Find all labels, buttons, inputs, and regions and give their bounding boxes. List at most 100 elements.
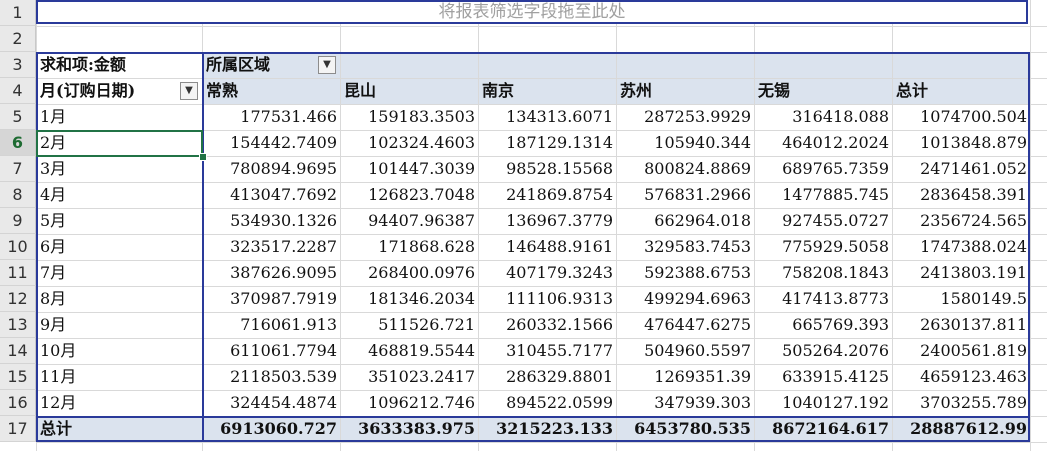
pivot-value-cell[interactable]: 329583.7453 xyxy=(616,234,754,260)
pivot-value-cell[interactable]: 134313.6071 xyxy=(478,104,616,130)
pivot-value-cell[interactable]: 102324.4603 xyxy=(340,130,478,156)
pivot-row-label[interactable]: 12月 xyxy=(36,390,202,416)
pivot-row-label[interactable]: 10月 xyxy=(36,338,202,364)
pivot-value-cell[interactable]: 504960.5597 xyxy=(616,338,754,364)
pivot-value-cell[interactable]: 927455.0727 xyxy=(754,208,892,234)
pivot-value-cell[interactable]: 499294.6963 xyxy=(616,286,754,312)
pivot-value-cell[interactable]: 111106.9313 xyxy=(478,286,616,312)
row-header[interactable]: 13 xyxy=(0,312,36,338)
pivot-column-header[interactable]: 苏州 xyxy=(616,78,754,104)
pivot-value-cell[interactable]: 1074700.504 xyxy=(892,104,1030,130)
pivot-column-header[interactable]: 总计 xyxy=(892,78,1030,104)
row-header[interactable]: 17 xyxy=(0,416,36,442)
row-header[interactable]: 15 xyxy=(0,364,36,390)
pivot-value-cell[interactable]: 780894.9695 xyxy=(202,156,340,182)
pivot-value-cell[interactable]: 287253.9929 xyxy=(616,104,754,130)
row-header[interactable]: 6 xyxy=(0,130,36,156)
row-header[interactable]: 7 xyxy=(0,156,36,182)
pivot-value-cell[interactable]: 1096212.746 xyxy=(340,390,478,416)
pivot-value-cell[interactable]: 1269351.39 xyxy=(616,364,754,390)
pivot-column-header[interactable]: 昆山 xyxy=(340,78,478,104)
pivot-value-cell[interactable]: 2413803.191 xyxy=(892,260,1030,286)
pivot-value-cell[interactable]: 4659123.463 xyxy=(892,364,1030,390)
pivot-row-label[interactable]: 1月 xyxy=(36,104,202,130)
row-header[interactable]: 4 xyxy=(0,78,36,104)
pivot-value-cell[interactable]: 576831.2966 xyxy=(616,182,754,208)
pivot-value-cell[interactable]: 662964.018 xyxy=(616,208,754,234)
pivot-value-cell[interactable]: 171868.628 xyxy=(340,234,478,260)
pivot-value-cell[interactable]: 316418.088 xyxy=(754,104,892,130)
pivot-value-cell[interactable]: 2400561.819 xyxy=(892,338,1030,364)
pivot-value-cell[interactable]: 101447.3039 xyxy=(340,156,478,182)
fill-handle[interactable] xyxy=(199,153,207,161)
row-header[interactable]: 8 xyxy=(0,182,36,208)
pivot-row-label[interactable]: 6月 xyxy=(36,234,202,260)
pivot-value-cell[interactable]: 241869.8754 xyxy=(478,182,616,208)
row-filter-dropdown-icon[interactable]: ▼ xyxy=(180,82,198,100)
pivot-column-header[interactable]: 无锡 xyxy=(754,78,892,104)
pivot-value-cell[interactable]: 1013848.879 xyxy=(892,130,1030,156)
pivot-value-cell[interactable]: 1040127.192 xyxy=(754,390,892,416)
pivot-value-cell[interactable]: 689765.7359 xyxy=(754,156,892,182)
pivot-value-cell[interactable]: 387626.9095 xyxy=(202,260,340,286)
pivot-value-cell[interactable]: 177531.466 xyxy=(202,104,340,130)
pivot-value-cell[interactable]: 476447.6275 xyxy=(616,312,754,338)
pivot-value-cell[interactable]: 505264.2076 xyxy=(754,338,892,364)
pivot-row-label[interactable]: 11月 xyxy=(36,364,202,390)
row-header[interactable]: 10 xyxy=(0,234,36,260)
pivot-value-cell[interactable]: 758208.1843 xyxy=(754,260,892,286)
pivot-row-label[interactable]: 7月 xyxy=(36,260,202,286)
pivot-grand-total-cell[interactable]: 6913060.727 xyxy=(202,416,340,442)
pivot-value-cell[interactable]: 2471461.052 xyxy=(892,156,1030,182)
pivot-value-cell[interactable]: 310455.7177 xyxy=(478,338,616,364)
pivot-value-cell[interactable]: 1747388.024 xyxy=(892,234,1030,260)
pivot-value-cell[interactable]: 324454.4874 xyxy=(202,390,340,416)
row-header[interactable]: 11 xyxy=(0,260,36,286)
report-filter-drop-zone[interactable]: 将报表筛选字段拖至此处 xyxy=(36,0,1028,24)
pivot-value-cell[interactable]: 592388.6753 xyxy=(616,260,754,286)
pivot-value-cell[interactable]: 181346.2034 xyxy=(340,286,478,312)
pivot-value-cell[interactable]: 1477885.745 xyxy=(754,182,892,208)
pivot-grand-total-cell[interactable]: 3633383.975 xyxy=(340,416,478,442)
pivot-value-cell[interactable]: 534930.1326 xyxy=(202,208,340,234)
pivot-value-cell[interactable]: 665769.393 xyxy=(754,312,892,338)
pivot-value-cell[interactable]: 417413.8773 xyxy=(754,286,892,312)
pivot-grand-total-cell[interactable]: 8672164.617 xyxy=(754,416,892,442)
pivot-value-cell[interactable]: 2836458.391 xyxy=(892,182,1030,208)
pivot-value-cell[interactable]: 464012.2024 xyxy=(754,130,892,156)
pivot-grand-total-cell[interactable]: 3215223.133 xyxy=(478,416,616,442)
pivot-value-cell[interactable]: 370987.7919 xyxy=(202,286,340,312)
row-header[interactable]: 5 xyxy=(0,104,36,130)
pivot-value-cell[interactable]: 351023.2417 xyxy=(340,364,478,390)
pivot-value-cell[interactable]: 187129.1314 xyxy=(478,130,616,156)
pivot-row-label[interactable]: 8月 xyxy=(36,286,202,312)
pivot-value-cell[interactable]: 3703255.789 xyxy=(892,390,1030,416)
pivot-value-cell[interactable]: 800824.8869 xyxy=(616,156,754,182)
row-header[interactable]: 16 xyxy=(0,390,36,416)
pivot-value-cell[interactable]: 286329.8801 xyxy=(478,364,616,390)
pivot-row-label[interactable]: 4月 xyxy=(36,182,202,208)
pivot-value-cell[interactable]: 1580149.5 xyxy=(892,286,1030,312)
pivot-value-cell[interactable]: 159183.3503 xyxy=(340,104,478,130)
row-header[interactable]: 9 xyxy=(0,208,36,234)
column-filter-dropdown-icon[interactable]: ▼ xyxy=(318,56,336,74)
pivot-value-cell[interactable]: 468819.5544 xyxy=(340,338,478,364)
pivot-grand-total-cell[interactable]: 28887612.99 xyxy=(892,416,1030,442)
pivot-value-cell[interactable]: 154442.7409 xyxy=(202,130,340,156)
pivot-column-header[interactable]: 常熟 xyxy=(202,78,340,104)
row-header[interactable]: 12 xyxy=(0,286,36,312)
pivot-value-cell[interactable]: 260332.1566 xyxy=(478,312,616,338)
pivot-value-cell[interactable]: 2630137.811 xyxy=(892,312,1030,338)
pivot-value-cell[interactable]: 105940.344 xyxy=(616,130,754,156)
pivot-value-cell[interactable]: 136967.3779 xyxy=(478,208,616,234)
pivot-value-cell[interactable]: 407179.3243 xyxy=(478,260,616,286)
pivot-value-cell[interactable]: 413047.7692 xyxy=(202,182,340,208)
pivot-value-cell[interactable]: 611061.7794 xyxy=(202,338,340,364)
pivot-value-cell[interactable]: 775929.5058 xyxy=(754,234,892,260)
row-header[interactable]: 3 xyxy=(0,52,36,78)
pivot-row-label[interactable]: 5月 xyxy=(36,208,202,234)
pivot-row-label[interactable]: 9月 xyxy=(36,312,202,338)
pivot-value-cell[interactable]: 126823.7048 xyxy=(340,182,478,208)
pivot-value-cell[interactable]: 2356724.565 xyxy=(892,208,1030,234)
pivot-value-cell[interactable]: 633915.4125 xyxy=(754,364,892,390)
